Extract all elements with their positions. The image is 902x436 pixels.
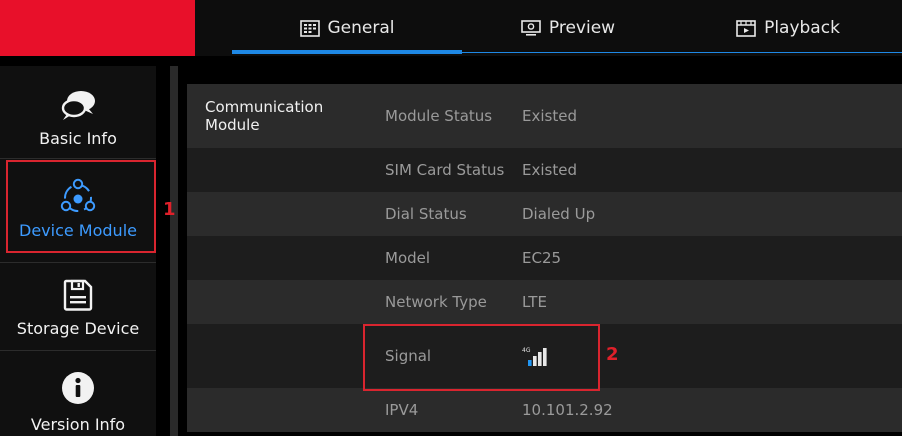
chat-bubbles-icon [61, 91, 95, 120]
tab-general-label: General [327, 18, 395, 38]
row-value: Dialed Up [522, 205, 596, 223]
sidebar-divider [0, 262, 156, 263]
sidebar-scrollbar[interactable] [170, 66, 178, 436]
top-bar: General Preview Playback [0, 0, 902, 56]
info-icon [62, 372, 94, 404]
table-row: Network Type LTE [187, 280, 902, 324]
tab-general[interactable]: General [232, 0, 462, 56]
row-key: Network Type [385, 293, 487, 311]
monitor-icon [521, 19, 541, 36]
category-label: Communication Module [205, 98, 324, 134]
sidebar-item-storage-device[interactable]: Storage Device [0, 270, 156, 344]
sidebar-divider [0, 158, 156, 159]
sidebar-item-label: Version Info [30, 415, 126, 434]
sidebar-divider [0, 350, 156, 351]
sidebar-item-label: Storage Device [16, 319, 140, 338]
row-key: IPV4 [385, 401, 419, 419]
table-row: SIM Card Status Existed [187, 148, 902, 192]
brand-logo-area [0, 0, 195, 56]
tab-playback-label: Playback [764, 18, 840, 38]
tab-preview-label: Preview [548, 18, 616, 38]
table-row: Dial Status Dialed Up [187, 192, 902, 236]
tab-playback[interactable]: Playback [674, 0, 902, 56]
active-tab-indicator [232, 50, 462, 54]
callout-number: 2 [606, 344, 619, 365]
row-key: Model [385, 249, 431, 267]
row-value: 10.101.2.92 [522, 401, 613, 419]
tab-bar-line [462, 52, 902, 53]
tab-preview[interactable]: Preview [462, 0, 674, 56]
playback-icon [736, 19, 756, 37]
row-value: EC25 [522, 249, 562, 267]
top-gap [0, 56, 902, 66]
general-grid-icon [299, 19, 320, 37]
row-value: Existed [522, 107, 577, 125]
row-key: Dial Status [385, 205, 467, 223]
table-row: Model EC25 [187, 236, 902, 280]
table-row: Communication Module Module Status Exist… [187, 84, 902, 148]
floppy-disk-icon [63, 279, 93, 311]
highlight-box-device-module [6, 160, 156, 253]
table-row: IPV4 10.101.2.92 [187, 388, 902, 432]
row-value: LTE [522, 293, 547, 311]
row-value: Existed [522, 161, 577, 179]
callout-number: 1 [163, 199, 176, 220]
sidebar-item-version-info[interactable]: Version Info [0, 358, 156, 436]
sidebar-item-label: Basic Info [39, 129, 117, 148]
row-key: SIM Card Status [385, 161, 505, 179]
row-key: Module Status [385, 107, 493, 125]
sidebar-item-basic-info[interactable]: Basic Info [0, 78, 156, 154]
highlight-box-signal [363, 324, 600, 391]
